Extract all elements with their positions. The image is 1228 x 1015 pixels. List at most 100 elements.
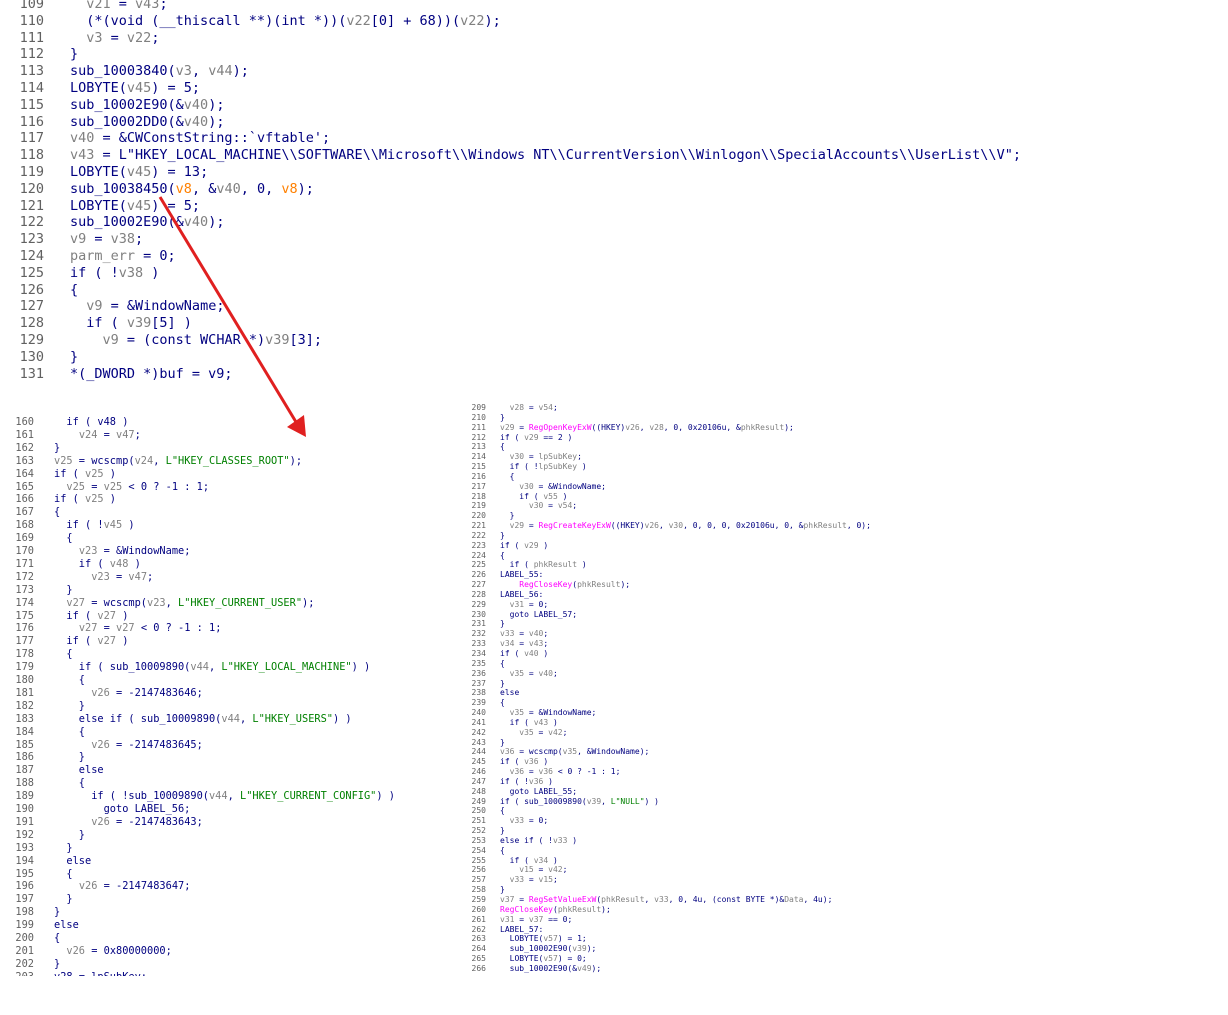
code-line: 213 { bbox=[462, 442, 1228, 452]
code-token: v28 bbox=[509, 403, 525, 412]
code-text: v3 = v22; bbox=[70, 30, 159, 47]
code-token: sub_10038450( bbox=[70, 180, 176, 197]
code-token: } bbox=[500, 678, 505, 688]
code-token: ) bbox=[122, 519, 135, 532]
code-text: { bbox=[54, 674, 85, 687]
code-text: } bbox=[54, 751, 85, 764]
code-token: , bbox=[227, 790, 240, 803]
code-token: < 0 ? -1 : 1; bbox=[553, 767, 621, 777]
line-number: 218 bbox=[471, 491, 486, 501]
code-token: v47 bbox=[116, 428, 135, 441]
code-line: 216 { bbox=[462, 472, 1228, 482]
code-line: 125 if ( !v38 ) bbox=[0, 265, 1228, 282]
code-token: goto LABEL_56; bbox=[54, 803, 191, 815]
line-number: 265 bbox=[471, 954, 486, 964]
code-token: } bbox=[500, 619, 505, 629]
code-token: } bbox=[54, 957, 61, 970]
code-token: v8 bbox=[175, 180, 192, 197]
code-token: if ( sub_10009890( bbox=[500, 796, 587, 806]
code-token: RegOpenKeyExW bbox=[528, 422, 592, 432]
code-text: if ( v36 ) bbox=[500, 757, 548, 767]
code-token: sub_10002DD0(& bbox=[70, 113, 184, 130]
code-line: 254 { bbox=[462, 846, 1228, 856]
code-line: 130} bbox=[0, 349, 1228, 366]
line-number: 256 bbox=[471, 865, 486, 875]
code-token: , 0); bbox=[846, 521, 871, 531]
code-text: } bbox=[54, 906, 60, 919]
code-token: if ( bbox=[500, 717, 534, 727]
code-token: } bbox=[54, 893, 73, 906]
line-number: 251 bbox=[471, 816, 486, 826]
code-line: 176 v27 = v27 < 0 ? -1 : 1; bbox=[0, 622, 462, 635]
bottom-right-code-panel: 209 v28 = v54; 210} 211 v29 = RegOpenKeyExW… bbox=[462, 400, 1228, 976]
code-token: = -2147483643; bbox=[109, 815, 203, 828]
code-text: if ( !v45 ) bbox=[54, 519, 135, 532]
code-line: 123 v9 = v38; bbox=[0, 231, 1228, 248]
code-token: ) bbox=[557, 491, 568, 501]
code-text: } bbox=[54, 958, 60, 971]
code-line: 163 v25 = wcscmp(v24, L"HKEY_CLASSES_ROOT… bbox=[0, 455, 462, 468]
code-token: = bbox=[514, 895, 529, 904]
code-text: if ( sub_10009890(v44, L"HKEY_LOCAL_MACH… bbox=[54, 661, 370, 674]
code-token: = -2147483647; bbox=[97, 880, 191, 893]
code-token: v33 bbox=[509, 816, 525, 826]
code-token: phkResult bbox=[533, 560, 578, 570]
code-token: v35 bbox=[509, 708, 525, 718]
code-token: ) bbox=[577, 560, 587, 570]
line-number: 254 bbox=[471, 845, 486, 855]
code-line: 180 { bbox=[0, 674, 462, 687]
code-token: = bbox=[533, 865, 549, 875]
code-token: v26 bbox=[66, 944, 86, 957]
code-token: v22 bbox=[126, 29, 152, 46]
code-token: = &WindowName; bbox=[97, 545, 191, 557]
line-number: 223 bbox=[471, 540, 486, 550]
code-token: ) bbox=[103, 467, 117, 480]
code-token: ) bbox=[116, 609, 129, 622]
code-token: } bbox=[54, 906, 61, 919]
code-token: = wcscmp( bbox=[72, 454, 135, 467]
line-number: 177 bbox=[15, 635, 34, 648]
code-token: LABEL_56: bbox=[500, 589, 544, 599]
code-token: = bbox=[102, 29, 127, 46]
code-token: v15 bbox=[519, 865, 534, 875]
code-token: , & bbox=[191, 180, 217, 197]
code-token: ); bbox=[232, 63, 249, 80]
line-number: 237 bbox=[471, 678, 486, 688]
code-text: else bbox=[500, 688, 519, 698]
code-line: 167 { bbox=[0, 506, 462, 519]
code-text: { bbox=[500, 806, 505, 816]
code-line: 162} bbox=[0, 442, 462, 455]
line-number: 195 bbox=[15, 867, 34, 880]
code-token: else bbox=[500, 688, 520, 698]
code-token: v9 bbox=[70, 231, 87, 248]
code-line: 228 LABEL_56: bbox=[462, 590, 1228, 600]
code-line: 161 v24 = v47; bbox=[0, 429, 462, 442]
code-token: { bbox=[500, 658, 505, 668]
code-token: v34 bbox=[500, 639, 515, 649]
code-token: = (const WCHAR *) bbox=[118, 332, 266, 348]
code-line: 218 if ( v55 ) bbox=[462, 492, 1228, 502]
code-line: 168 if ( !v45 ) bbox=[0, 519, 462, 532]
code-line: 225 if ( phkResult ) bbox=[462, 560, 1228, 570]
line-number: 186 bbox=[15, 751, 34, 764]
code-token: if ( ! bbox=[54, 519, 104, 532]
code-token: ) ) bbox=[644, 796, 659, 806]
code-text: v30 = lpSubKey; bbox=[500, 452, 582, 462]
code-line: 214 v30 = lpSubKey; bbox=[462, 452, 1228, 462]
code-line: 235 { bbox=[462, 659, 1228, 669]
code-token: v42 bbox=[548, 727, 563, 737]
code-token: v33 bbox=[552, 835, 568, 845]
line-number: 160 bbox=[15, 416, 34, 428]
code-token: v57 bbox=[543, 954, 558, 964]
code-text: v37 = RegSetValueExW(phkResult, v33, 0, … bbox=[500, 895, 832, 905]
code-token: ); bbox=[591, 963, 602, 973]
bottom-left-code-panel: 160 if ( v48 ) 161 v24 = v47; 162} 163 v25 =… bbox=[0, 408, 462, 976]
code-text: } bbox=[500, 619, 505, 629]
code-token: ) = 5; bbox=[151, 80, 201, 96]
